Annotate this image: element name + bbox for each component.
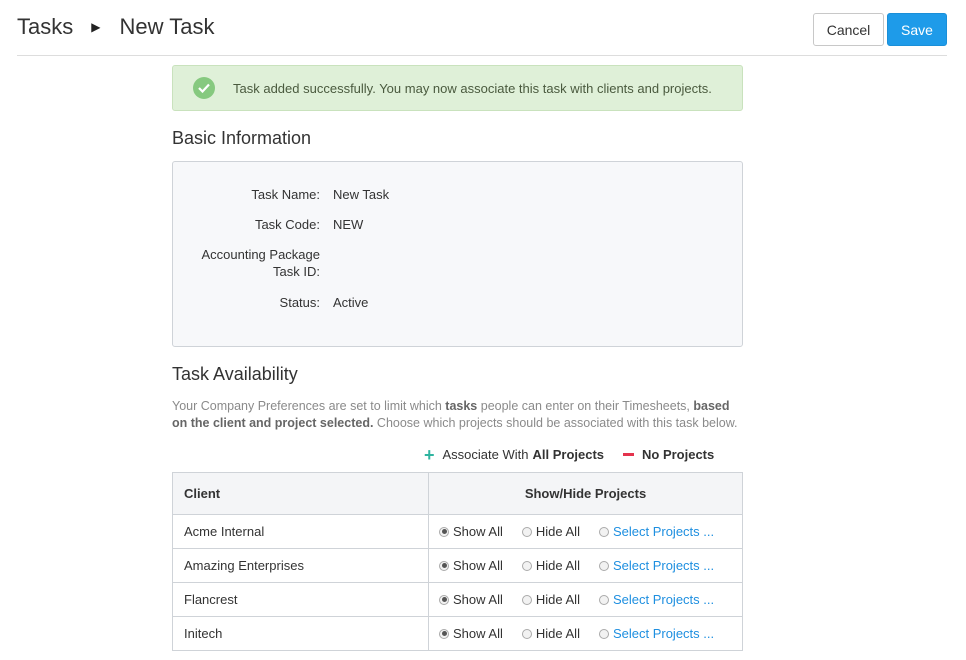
select-projects-option[interactable]: Select Projects ... [598, 592, 714, 607]
show-all-label: Show All [453, 524, 503, 539]
client-projects-table: Client Show/Hide Projects Acme Internal … [172, 472, 743, 651]
select-projects-option[interactable]: Select Projects ... [598, 626, 714, 641]
select-projects-link[interactable]: Select Projects ... [613, 558, 714, 573]
radio-button[interactable] [439, 594, 449, 605]
availability-description: Your Company Preferences are set to limi… [172, 398, 747, 432]
show-all-label: Show All [453, 626, 503, 641]
associate-bold: All Projects [532, 447, 605, 462]
accounting-id-label-line2: Task ID: [273, 264, 320, 279]
desc-text-2: people can enter on their Timesheets, [477, 399, 694, 413]
column-header-show-hide: Show/Hide Projects [428, 472, 743, 515]
select-projects-option[interactable]: Select Projects ... [598, 558, 714, 573]
hide-all-option[interactable]: Hide All [521, 592, 580, 607]
check-circle-icon [193, 77, 215, 99]
radio-button[interactable] [521, 526, 532, 537]
no-projects-label: No Projects [642, 447, 715, 462]
radio-button[interactable] [598, 628, 609, 639]
select-projects-link[interactable]: Select Projects ... [613, 626, 714, 641]
hide-all-label: Hide All [535, 524, 580, 539]
basic-info-heading: Basic Information [172, 128, 312, 148]
show-all-label: Show All [453, 592, 503, 607]
hide-all-option[interactable]: Hide All [521, 626, 580, 641]
status-value: Active [333, 295, 369, 310]
accounting-id-label-line1: Accounting Package [201, 247, 320, 262]
radio-button[interactable] [439, 526, 449, 537]
radio-button[interactable] [598, 560, 609, 571]
show-all-option[interactable]: Show All [439, 558, 503, 573]
task-name-label: Task Name: [251, 187, 320, 202]
table-row: Flancrest Show All Hide All Select Proje… [172, 582, 743, 617]
table-row: Initech Show All Hide All Select Project… [172, 616, 743, 651]
radio-button[interactable] [521, 560, 532, 571]
radio-button[interactable] [439, 628, 449, 639]
alert-message: Task added successfully. You may now ass… [233, 80, 712, 96]
associate-prefix: Associate With [442, 447, 529, 462]
breadcrumb-tasks-link[interactable]: Tasks [17, 14, 73, 40]
desc-bold-1: tasks [445, 399, 478, 413]
success-alert: Task added successfully. You may now ass… [172, 65, 743, 111]
client-name: Flancrest [172, 582, 429, 617]
radio-button[interactable] [521, 628, 532, 639]
hide-all-option[interactable]: Hide All [521, 524, 580, 539]
radio-button[interactable] [598, 526, 609, 537]
radio-button[interactable] [439, 560, 449, 571]
task-code-value: NEW [333, 217, 364, 232]
radio-button[interactable] [521, 594, 532, 605]
desc-text-1: Your Company Preferences are set to limi… [172, 399, 446, 413]
task-code-label: Task Code: [254, 217, 320, 232]
client-name: Acme Internal [172, 514, 429, 549]
desc-text-3: Choose which projects should be associat… [373, 416, 738, 430]
column-header-client: Client [172, 472, 429, 515]
client-name: Amazing Enterprises [172, 548, 429, 583]
minus-icon [623, 453, 634, 456]
plus-icon: + [424, 444, 435, 465]
radio-button[interactable] [598, 594, 609, 605]
triangle-right-icon: ▶ [91, 20, 101, 34]
hide-all-option[interactable]: Hide All [521, 558, 580, 573]
cancel-button[interactable]: Cancel [813, 13, 884, 46]
table-row: Acme Internal Show All Hide All Select P… [172, 514, 743, 549]
table-row: Amazing Enterprises Show All Hide All Se… [172, 548, 743, 583]
hide-all-label: Hide All [535, 592, 580, 607]
availability-heading: Task Availability [172, 364, 298, 384]
show-all-option[interactable]: Show All [439, 626, 503, 641]
select-projects-option[interactable]: Select Projects ... [598, 524, 714, 539]
status-label: Status: [279, 295, 320, 310]
save-button[interactable]: Save [887, 13, 947, 46]
show-all-option[interactable]: Show All [439, 592, 503, 607]
basic-info-panel: Task Name: New Task Task Code: NEW Accou… [172, 161, 743, 347]
show-all-option[interactable]: Show All [439, 524, 503, 539]
task-name-value: New Task [333, 187, 390, 202]
breadcrumb: Tasks ▶ New Task [17, 14, 214, 40]
page-header: Tasks ▶ New Task Cancel Save [17, 0, 947, 56]
table-header-row: Client Show/Hide Projects [172, 472, 743, 515]
associate-all-projects-button[interactable]: + Associate With All Projects [424, 444, 605, 465]
client-name: Initech [172, 616, 429, 651]
hide-all-label: Hide All [535, 558, 580, 573]
show-all-label: Show All [453, 558, 503, 573]
hide-all-label: Hide All [535, 626, 580, 641]
no-projects-button[interactable]: No Projects [623, 447, 714, 462]
select-projects-link[interactable]: Select Projects ... [613, 592, 714, 607]
select-projects-link[interactable]: Select Projects ... [613, 524, 714, 539]
page-title: New Task [119, 14, 215, 39]
